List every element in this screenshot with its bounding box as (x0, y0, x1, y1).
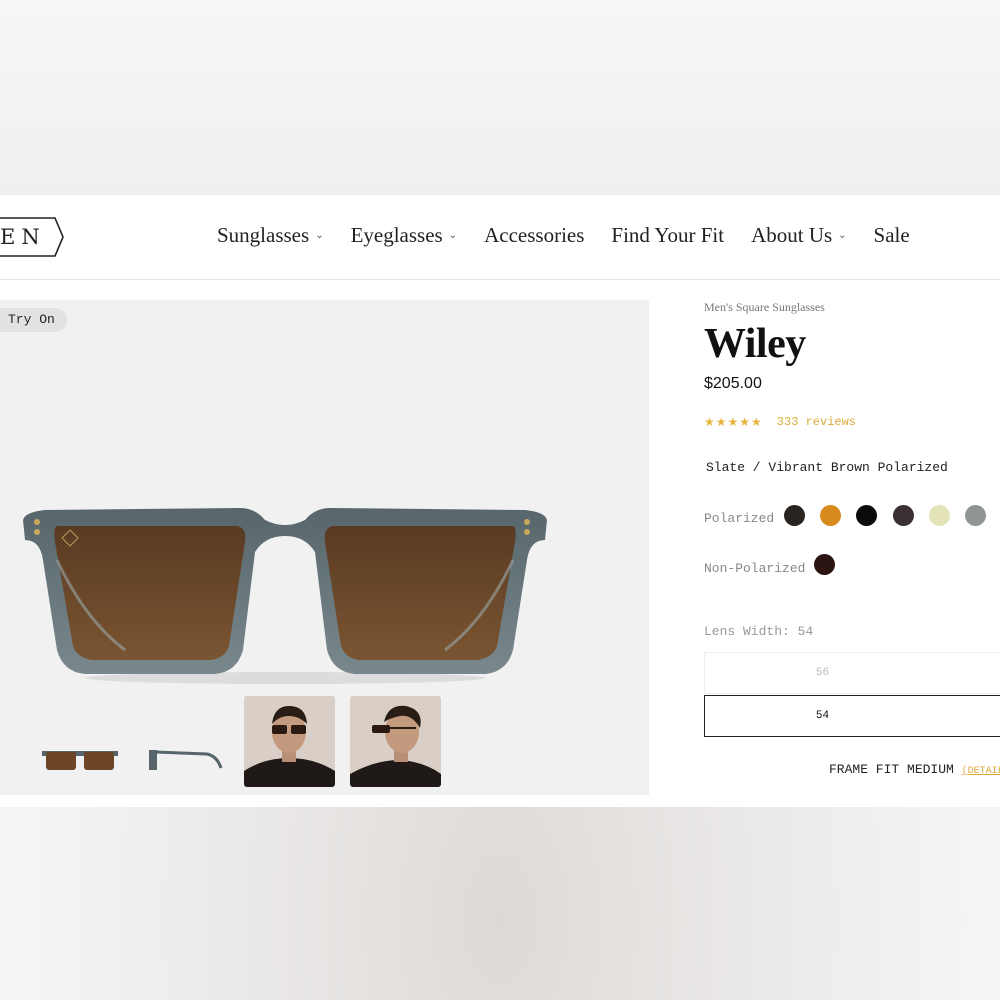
nav-eyeglasses[interactable]: Eyeglasses ⌄ (351, 223, 458, 248)
nav-label: Sunglasses (217, 223, 310, 247)
thumbnail-side-partial[interactable] (0, 696, 10, 787)
nav-about-us[interactable]: About Us ⌄ (751, 223, 846, 248)
color-swatch[interactable] (965, 505, 986, 526)
polarized-label: Polarized (704, 511, 775, 526)
nav-label: Sale (873, 223, 910, 247)
frame-fit-label: FRAME FIT MEDIUM (829, 762, 954, 777)
nav-accessories[interactable]: Accessories (484, 223, 584, 248)
reviews-link[interactable]: 333 reviews (777, 415, 856, 429)
product-gallery: Try On (0, 300, 649, 795)
site-header: EN Sunglasses ⌄ Eyeglasses ⌄ Accessories… (0, 195, 1000, 280)
size-option-56[interactable]: 56 (704, 652, 1000, 694)
chevron-down-icon: ⌄ (448, 230, 458, 241)
nav-find-your-fit[interactable]: Find Your Fit (611, 223, 724, 248)
color-swatch[interactable] (814, 554, 835, 575)
main-nav: Sunglasses ⌄ Eyeglasses ⌄ Accessories Fi… (217, 223, 937, 248)
model-photo-icon (244, 696, 335, 787)
color-swatch[interactable] (893, 505, 914, 526)
glasses-thumb-icon (42, 751, 118, 770)
details-link[interactable]: (DETAIL (962, 766, 1000, 777)
product-page: EN Sunglasses ⌄ Eyeglasses ⌄ Accessories… (0, 195, 1000, 807)
chevron-down-icon: ⌄ (838, 230, 847, 241)
rating: ★★★★★ 333 reviews (704, 415, 856, 429)
color-swatch[interactable] (820, 505, 841, 526)
brand-logo[interactable]: EN (0, 215, 66, 259)
frame-fit: FRAME FIT MEDIUM (DETAIL (829, 762, 1000, 777)
try-on-button[interactable]: Try On (0, 308, 67, 332)
nav-label: Accessories (484, 223, 585, 247)
thumbnail-model-side[interactable] (350, 696, 441, 787)
main-product-image[interactable] (15, 500, 555, 705)
chevron-down-icon: ⌄ (315, 230, 324, 241)
star-rating-icon: ★★★★★ (704, 415, 763, 429)
product-price: $205.00 (704, 375, 762, 392)
nav-sale[interactable]: Sale (874, 223, 910, 248)
details-link-text: DETAIL (967, 766, 1000, 777)
product-title: Wiley (704, 321, 806, 367)
non-polarized-label: Non-Polarized (704, 561, 806, 576)
size-option-54-selected[interactable]: 54 (704, 695, 1000, 737)
glasses-thumb-icon (149, 750, 223, 770)
nav-label: About Us (751, 223, 833, 247)
thumbnail-front[interactable] (40, 696, 131, 787)
nav-label: Eyeglasses (350, 223, 443, 247)
selected-color-name: Slate / Vibrant Brown Polarized (706, 460, 948, 475)
lens-width-label: Lens Width: 54 (704, 624, 814, 639)
color-swatch[interactable] (784, 505, 805, 526)
nav-label: Find Your Fit (611, 223, 725, 247)
thumbnail-model-front[interactable] (244, 696, 335, 787)
size-label: 56 (815, 667, 830, 679)
top-backdrop (0, 0, 1000, 195)
glasses-thumb-icon (0, 696, 10, 787)
color-swatch[interactable] (856, 505, 877, 526)
size-label: 54 (815, 710, 830, 722)
sunglasses-image (23, 508, 547, 684)
nav-sunglasses[interactable]: Sunglasses ⌄ (217, 223, 324, 248)
color-swatch[interactable] (929, 505, 950, 526)
model-photo-icon (350, 696, 441, 787)
product-category: Men's Square Sunglasses (704, 300, 825, 314)
logo-text: EN (0, 225, 46, 249)
thumbnail-side[interactable] (147, 696, 238, 787)
